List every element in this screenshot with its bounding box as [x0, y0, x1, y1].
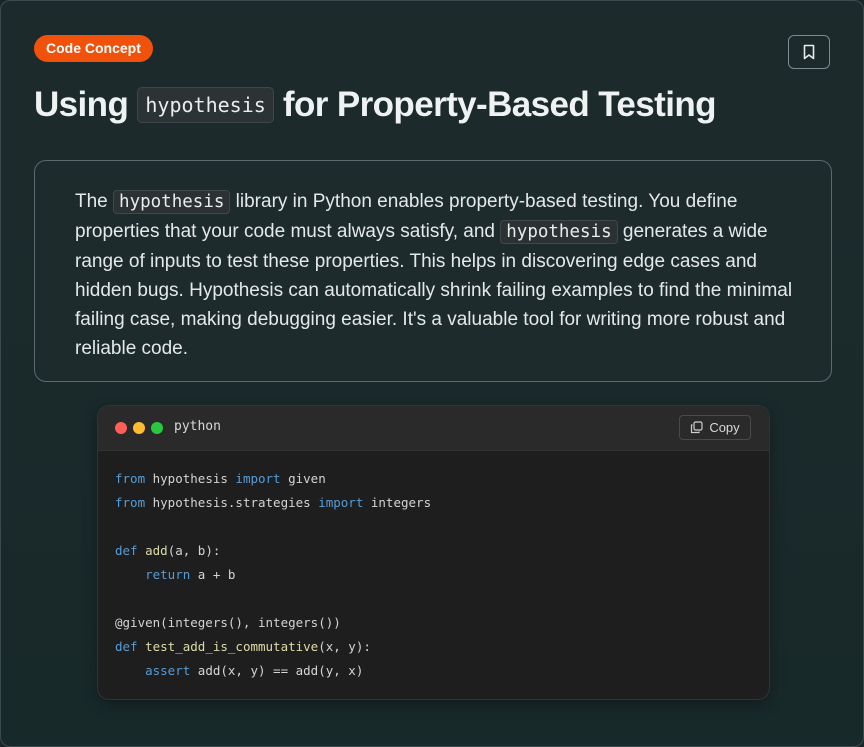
code-line: def add(a, b): — [115, 543, 221, 558]
code-line: return a + b — [145, 567, 236, 582]
code-line: from hypothesis.strategies import intege… — [115, 495, 432, 510]
bookmark-icon — [803, 44, 815, 60]
title-prefix: Using — [34, 85, 129, 124]
code-header: python Copy — [98, 406, 769, 451]
window-dot-red — [115, 422, 127, 434]
description-text: The hypothesis library in Python enables… — [75, 187, 795, 363]
code-block: python Copy from hypothesis import given… — [97, 405, 770, 700]
category-badge: Code Concept — [34, 35, 153, 62]
title-suffix: for Property-Based Testing — [282, 85, 717, 124]
inline-code-2: hypothesis — [500, 220, 618, 244]
code-line: from hypothesis import given — [115, 471, 326, 486]
title-code: hypothesis — [137, 87, 274, 123]
bookmark-button[interactable] — [788, 35, 830, 69]
code-language: python — [174, 419, 221, 434]
page-title: Using hypothesis for Property-Based Test… — [34, 81, 717, 129]
concept-card: Code Concept Using hypothesis for Proper… — [0, 0, 864, 747]
description-box: The hypothesis library in Python enables… — [34, 160, 832, 382]
window-dot-yellow — [133, 422, 145, 434]
inline-code-1: hypothesis — [113, 190, 231, 214]
code-line: assert add(x, y) == add(y, x) — [145, 663, 364, 678]
code-content: from hypothesis import given from hypothe… — [115, 467, 431, 683]
window-dot-green — [151, 422, 163, 434]
code-line: @given(integers(), integers()) — [115, 615, 341, 630]
copy-label: Copy — [709, 420, 740, 435]
desc-part-1: The — [75, 191, 108, 212]
code-line: def test_add_is_commutative(x, y): — [115, 639, 371, 654]
copy-icon — [691, 421, 703, 434]
copy-button[interactable]: Copy — [679, 415, 751, 440]
